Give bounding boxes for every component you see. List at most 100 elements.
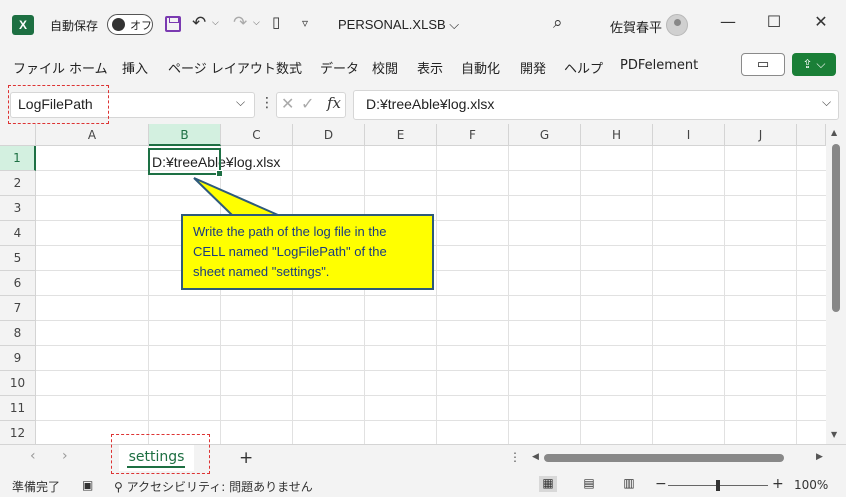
vertical-scrollbar[interactable]: ▲ ▼ [826, 124, 846, 444]
tab-formulas[interactable]: 数式 [276, 58, 302, 77]
close-icon[interactable]: ✕ [811, 12, 831, 31]
grid-line [36, 320, 826, 321]
share-icon: ⇪ ⌵ [802, 57, 826, 71]
autosave-label: 自動保存 [50, 19, 99, 33]
grid-line [36, 195, 826, 196]
page-layout-view-icon[interactable]: ▤ [580, 476, 598, 492]
column-header[interactable]: E [365, 124, 437, 146]
tab-developer[interactable]: 開発 [520, 58, 546, 77]
autosave-state: オフ [130, 18, 152, 32]
tab-page-layout[interactable]: ページ レイアウト [168, 58, 276, 77]
save-icon[interactable] [165, 16, 181, 32]
zoom-out-icon[interactable]: − [655, 476, 667, 492]
autosave-toggle[interactable]: オフ [107, 14, 153, 35]
row-header[interactable]: 2 [0, 171, 36, 196]
scroll-up-icon[interactable]: ▲ [831, 128, 837, 137]
comment-icon: ▭ [756, 57, 770, 72]
column-header[interactable]: G [509, 124, 581, 146]
next-sheet-icon[interactable]: › [62, 448, 68, 464]
expand-formula-icon[interactable]: ⌵ [822, 95, 831, 110]
row-header[interactable]: 11 [0, 396, 36, 421]
tab-home[interactable]: ホーム [69, 58, 108, 77]
page-break-view-icon[interactable]: ▥ [620, 476, 638, 492]
grid-line [36, 370, 826, 371]
scrollbar-thumb[interactable] [544, 454, 784, 462]
enter-icon[interactable]: ✓ [301, 94, 314, 113]
active-cell[interactable] [148, 148, 223, 177]
column-header[interactable]: A [36, 124, 149, 146]
previous-sheet-icon[interactable]: ‹ [30, 448, 36, 464]
column-header[interactable]: I [653, 124, 725, 146]
tab-help[interactable]: ヘルプ [564, 58, 603, 77]
tab-insert[interactable]: 挿入 [122, 58, 148, 77]
normal-view-icon[interactable]: ▦ [539, 476, 557, 492]
grid-line [36, 420, 826, 421]
more-options-icon[interactable]: ⋮ [260, 95, 274, 111]
user-name: 佐賀春平 [610, 21, 663, 36]
zoom-slider-thumb[interactable] [716, 480, 720, 491]
formula-value: D:¥treeAble¥log.xlsx [366, 96, 495, 112]
column-header[interactable]: B [149, 124, 221, 146]
row-header[interactable]: 1 [0, 146, 36, 171]
tab-review[interactable]: 校閲 [372, 58, 398, 77]
row-header[interactable]: 5 [0, 246, 36, 271]
row-header[interactable]: 6 [0, 271, 36, 296]
horizontal-scrollbar[interactable]: ◀ ▶ [530, 450, 826, 466]
tab-pdfelement[interactable]: PDFelement [620, 58, 698, 73]
document-filename[interactable]: PERSONAL.XLSB ⌵ [338, 17, 459, 33]
cancel-icon[interactable]: ✕ [281, 94, 294, 113]
scroll-right-icon[interactable]: ▶ [816, 452, 823, 462]
insert-function-icon[interactable]: fx [327, 94, 341, 112]
chevron-down-icon[interactable]: ⌵ [236, 95, 245, 110]
row-header[interactable]: 7 [0, 296, 36, 321]
maximize-icon[interactable]: ☐ [764, 12, 784, 31]
comments-button[interactable]: ▭ [741, 53, 785, 76]
title-bar: X 自動保存 オフ ↶ ⌵ ↷ ⌵ ▯ ▿ PERSONAL.XLSB ⌵ ⌕ … [0, 0, 846, 50]
accessibility-status[interactable]: ⚲ アクセシビリティ: 問題ありません [114, 478, 313, 495]
search-icon[interactable]: ⌕ [553, 13, 563, 33]
column-header[interactable] [797, 124, 826, 146]
grid-line [36, 395, 826, 396]
tab-automate[interactable]: 自動化 [461, 58, 500, 77]
avatar[interactable] [666, 14, 688, 36]
zoom-level[interactable]: 100% [794, 478, 828, 492]
scroll-left-icon[interactable]: ◀ [532, 452, 539, 462]
macro-record-icon[interactable]: ▣ [82, 478, 93, 492]
select-all-corner[interactable] [0, 124, 36, 146]
minimize-icon[interactable]: — [718, 12, 738, 31]
tab-file[interactable]: ファイル [13, 58, 65, 77]
row-header[interactable]: 9 [0, 346, 36, 371]
name-box-value: LogFilePath [18, 96, 93, 112]
column-header[interactable]: F [437, 124, 509, 146]
redo-dropdown-icon[interactable]: ⌵ [253, 18, 260, 28]
row-header[interactable]: 3 [0, 196, 36, 221]
accessibility-text: アクセシビリティ: 問題ありません [126, 480, 313, 494]
column-header[interactable]: H [581, 124, 653, 146]
column-header[interactable]: C [221, 124, 293, 146]
customize-toolbar-icon[interactable]: ▿ [302, 16, 308, 30]
toggle-knob [112, 18, 125, 31]
zoom-in-icon[interactable]: + [772, 476, 784, 492]
undo-icon[interactable]: ↶ [192, 13, 206, 33]
grid-line [36, 295, 826, 296]
row-header[interactable]: 12 [0, 421, 36, 444]
tab-view[interactable]: 表示 [417, 58, 443, 77]
row-header[interactable]: 8 [0, 321, 36, 346]
scroll-down-icon[interactable]: ▼ [831, 430, 837, 439]
more-options-icon[interactable]: ⋮ [509, 450, 521, 464]
column-header[interactable]: D [293, 124, 365, 146]
instruction-callout: Write the path of the log file in the CE… [181, 214, 434, 290]
grid-line [36, 345, 826, 346]
add-sheet-button[interactable]: + [239, 448, 253, 468]
scrollbar-thumb[interactable] [832, 144, 840, 312]
form-icon[interactable]: ▯ [272, 13, 280, 31]
status-ready: 準備完了 [12, 480, 61, 494]
column-header[interactable]: J [725, 124, 797, 146]
undo-dropdown-icon[interactable]: ⌵ [212, 18, 219, 28]
row-header[interactable]: 4 [0, 221, 36, 246]
sheet-tab-annotation [111, 434, 210, 474]
redo-icon[interactable]: ↷ [233, 13, 247, 33]
share-button[interactable]: ⇪ ⌵ [792, 53, 836, 76]
row-header[interactable]: 10 [0, 371, 36, 396]
tab-data[interactable]: データ [320, 58, 359, 77]
